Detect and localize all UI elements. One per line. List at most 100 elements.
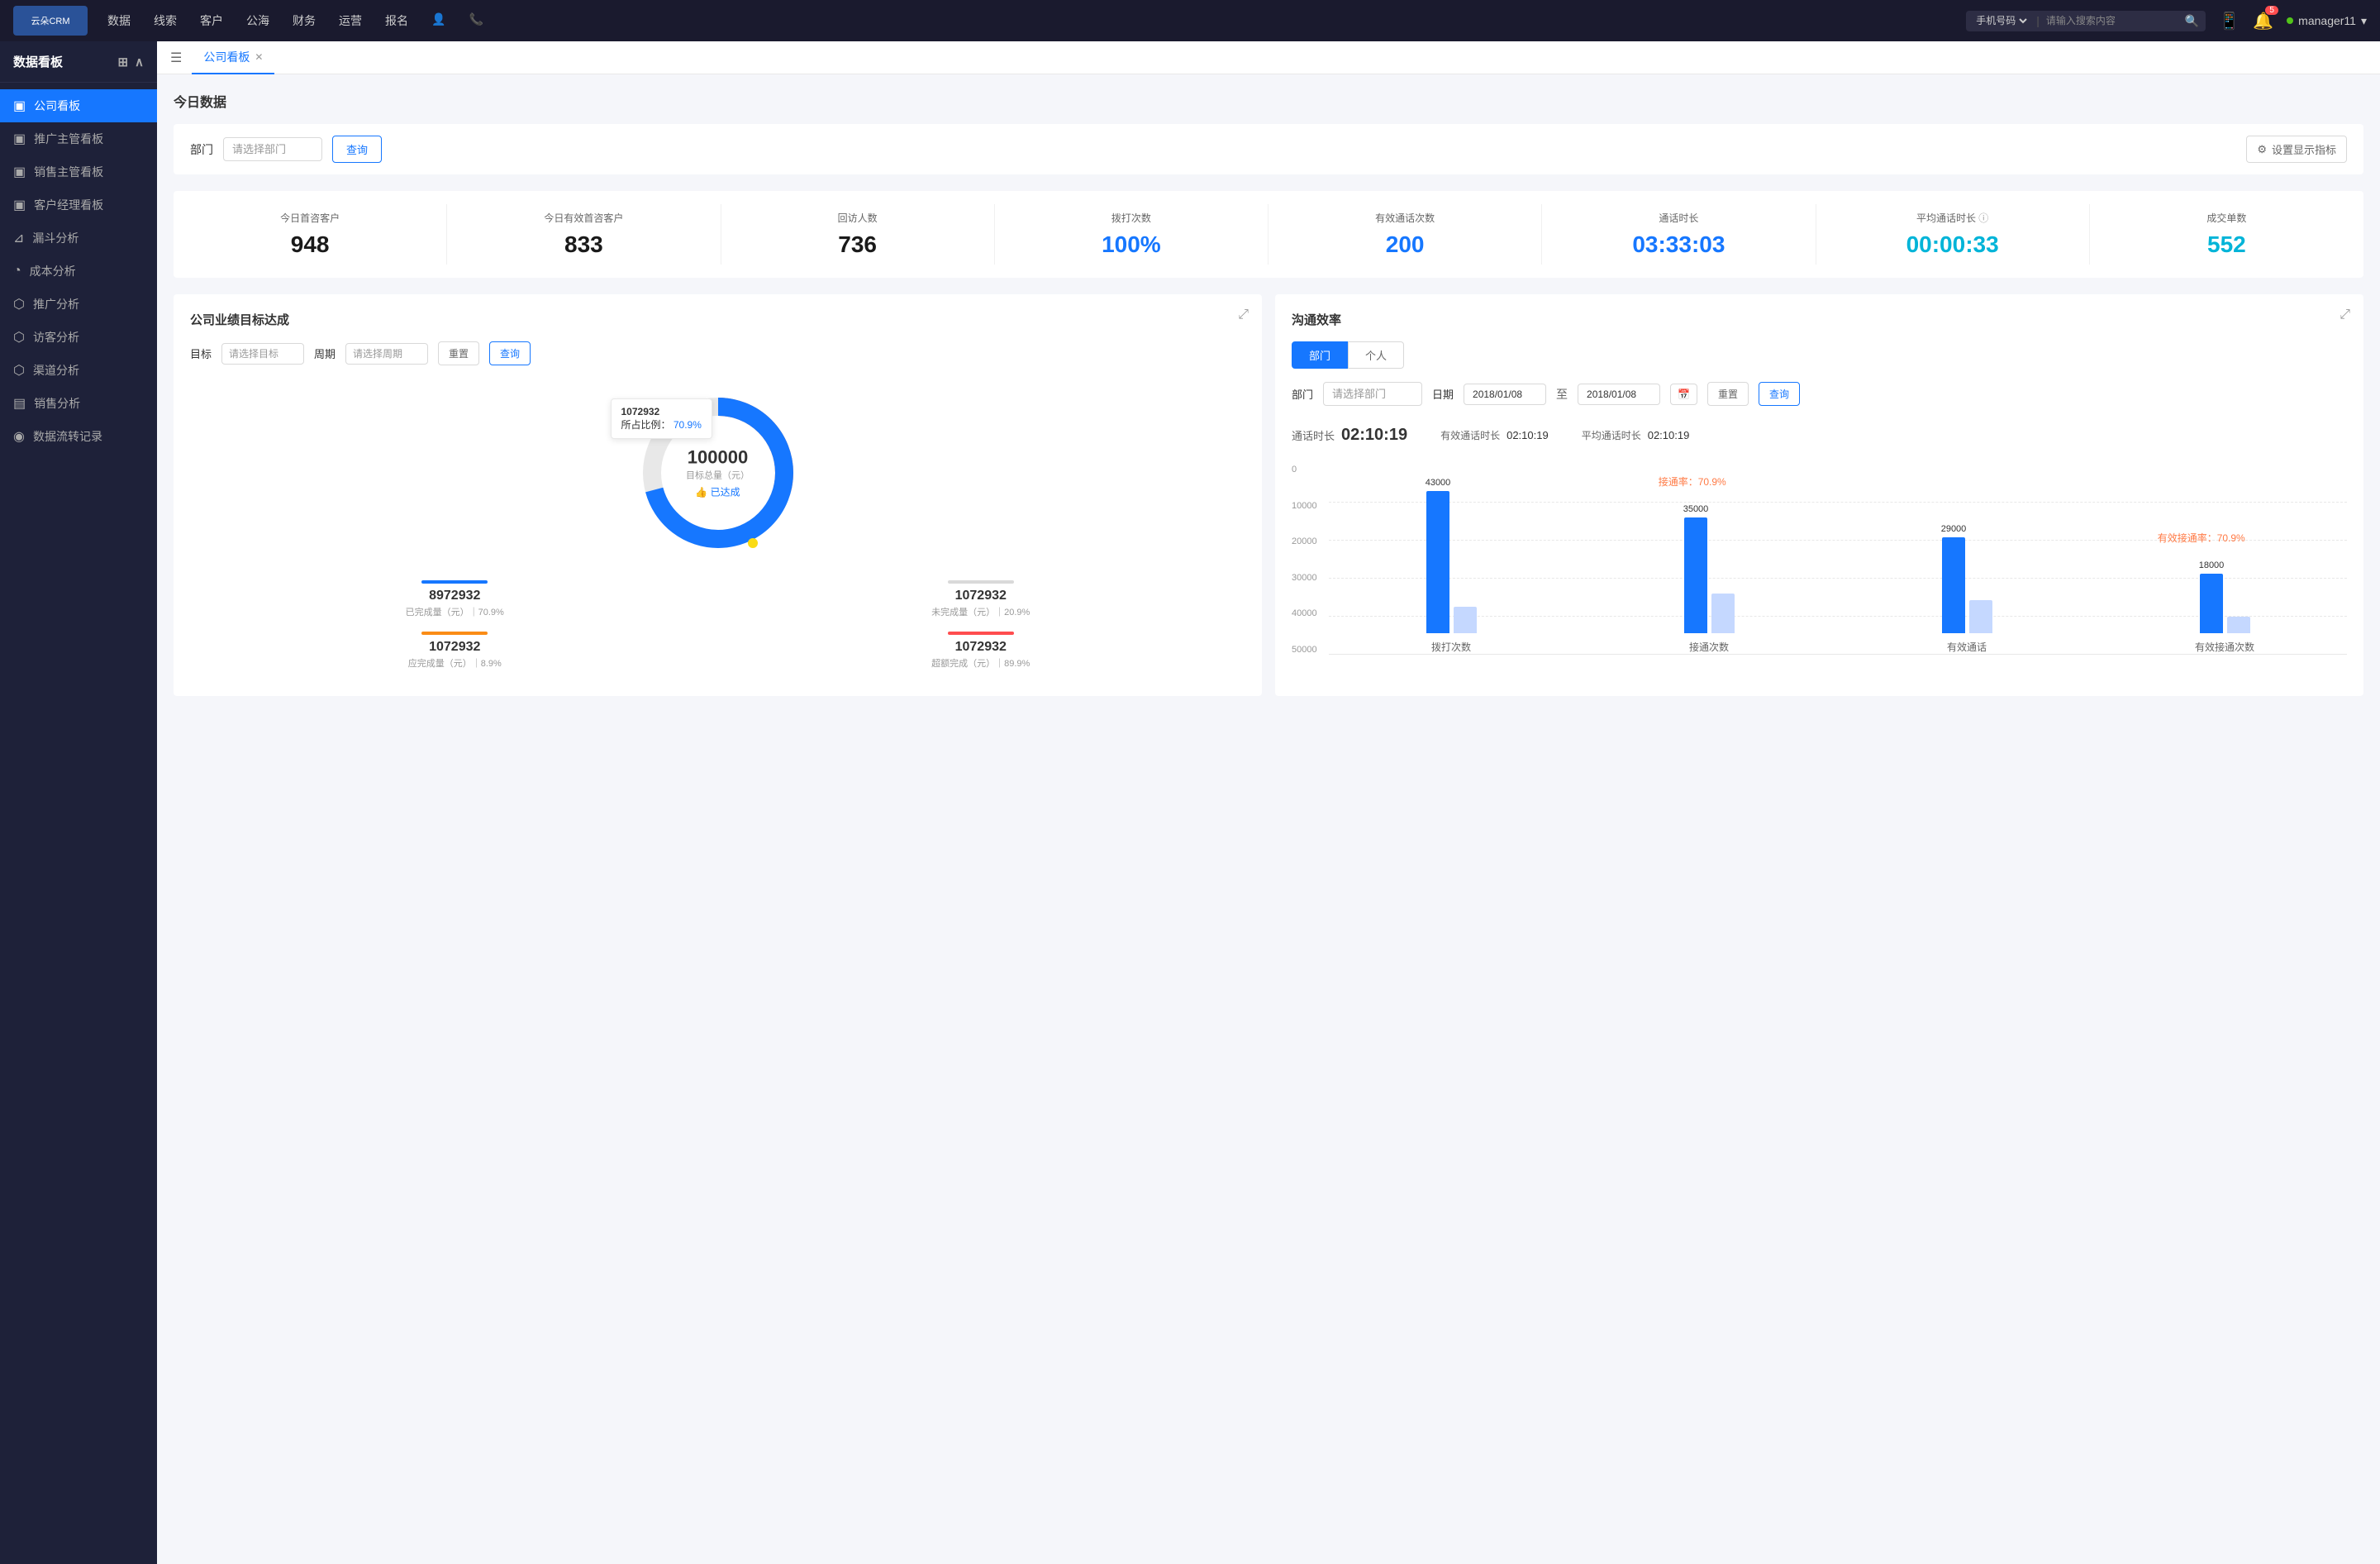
eff-connect-rate-annotation: 有效接通率：70.9% xyxy=(2158,531,2245,545)
sales-board-icon: ▣ xyxy=(13,164,26,180)
sidebar-expand-icon[interactable]: ⊞ xyxy=(117,55,128,69)
sidebar-item-visitor[interactable]: ⬡ 访客分析 xyxy=(0,321,157,354)
cost-icon: ◔ xyxy=(13,264,21,279)
sidebar-item-company[interactable]: ▣ 公司看板 xyxy=(0,89,157,122)
sidebar-item-sales-label: 销售主管看板 xyxy=(34,164,103,180)
nav-right: 手机号码 | 🔍 📱 🔔 5 manager11 ▾ xyxy=(1966,11,2367,31)
search-bar: 手机号码 | 🔍 xyxy=(1966,11,2206,31)
nav-data[interactable]: 数据 xyxy=(107,12,131,29)
promo-board-icon: ▣ xyxy=(13,131,26,147)
tooltip-ratio-label: 所占比例： xyxy=(621,419,671,431)
exceed-bar xyxy=(948,632,1014,635)
stat-dial: 拨打次数 100% xyxy=(995,204,1269,265)
main-layout: 数据看板 ⊞ ∧ ▣ 公司看板 ▣ 推广主管看板 ▣ 销售主管看板 ▣ 客户经理… xyxy=(0,41,2380,1564)
sidebar-item-cost-label: 成本分析 xyxy=(30,263,76,279)
sidebar-header-icons: ⊞ ∧ xyxy=(117,55,144,69)
efficiency-panel-expand-icon[interactable]: ⤢ xyxy=(2340,308,2350,322)
bar-x-label-effective: 有效通话 xyxy=(1947,640,1987,654)
sidebar-item-promo[interactable]: ▣ 推广主管看板 xyxy=(0,122,157,155)
dept-filter-select[interactable]: 请选择部门 xyxy=(223,137,322,161)
nav-public[interactable]: 公海 xyxy=(246,12,269,29)
bar-x-label-dial: 拨打次数 xyxy=(1431,640,1471,654)
connect-rate-annotation: 接通率：70.9% xyxy=(1659,474,1726,489)
stat-talk-duration: 通话时长 03:33:03 xyxy=(1542,204,1816,265)
eff-query-btn[interactable]: 查询 xyxy=(1759,382,1800,406)
tab-close-btn[interactable]: ✕ xyxy=(255,51,263,63)
stat-effective-calls-label: 有效通话次数 xyxy=(1278,211,1531,225)
online-indicator xyxy=(2287,17,2293,24)
eff-tab-person[interactable]: 个人 xyxy=(1348,341,1404,369)
stat-avg-talk: 平均通话时长 ⓘ 00:00:33 xyxy=(1816,204,2090,265)
user-info[interactable]: manager11 ▾ xyxy=(2287,14,2367,28)
completed-bar xyxy=(421,580,488,584)
nav-ops[interactable]: 运营 xyxy=(339,12,362,29)
search-type-select[interactable]: 手机号码 xyxy=(1973,14,2030,27)
company-board-icon: ▣ xyxy=(13,98,26,114)
stat-revisit: 回访人数 736 xyxy=(721,204,995,265)
stat-first-consult-value: 948 xyxy=(183,231,436,258)
today-query-btn[interactable]: 查询 xyxy=(332,136,382,163)
bar-effconnect-light xyxy=(2227,617,2250,633)
sidebar-item-sales2-label: 销售分析 xyxy=(34,395,80,412)
sidebar-item-customer-label: 客户经理看板 xyxy=(34,197,103,213)
stat-dial-value: 100% xyxy=(1005,231,1258,258)
eff-tab-dept[interactable]: 部门 xyxy=(1292,341,1348,369)
target-stat-uncompleted: 1072932 未完成量（元）｜20.9% xyxy=(725,580,1238,618)
uncompleted-bar xyxy=(948,580,1014,584)
bar-pair-eff-connect: 18000 xyxy=(2199,560,2251,633)
sidebar-item-funnel[interactable]: ⊿ 漏斗分析 xyxy=(0,222,157,255)
target-query-btn[interactable]: 查询 xyxy=(489,341,531,365)
sidebar-collapse-icon[interactable]: ∧ xyxy=(135,55,144,69)
stat-effective-consult-label: 今日有效首咨客户 xyxy=(457,211,710,225)
settings-display-btn[interactable]: ⚙ 设置显示指标 xyxy=(2246,136,2347,163)
target-reset-btn[interactable]: 重置 xyxy=(438,341,479,365)
target-stat-completed: 8972932 已完成量（元）｜70.9% xyxy=(198,580,712,618)
sidebar-item-cost[interactable]: ◔ 成本分析 xyxy=(0,255,157,288)
sidebar-item-promo2[interactable]: ⬡ 推广分析 xyxy=(0,288,157,321)
user-dropdown-icon[interactable]: ▾ xyxy=(2361,14,2367,28)
talk-time-value: 02:10:19 xyxy=(1341,426,1407,445)
eff-reset-btn[interactable]: 重置 xyxy=(1707,382,1749,406)
content-area: ☰ 公司看板 ✕ 今日数据 部门 请选择部门 查询 ⚙ xyxy=(157,41,2380,1564)
sidebar-item-flow[interactable]: ◉ 数据流转记录 xyxy=(0,420,157,453)
eff-date-to[interactable] xyxy=(1578,384,1660,405)
nav-leads[interactable]: 线索 xyxy=(154,12,177,29)
search-icon[interactable]: 🔍 xyxy=(2185,14,2199,28)
target-stats-grid: 8972932 已完成量（元）｜70.9% 1072932 未完成量（元）｜20… xyxy=(190,580,1245,670)
bar-label-connect-35000: 35000 xyxy=(1683,504,1709,514)
tablet-icon-btn[interactable]: 📱 xyxy=(2219,11,2240,31)
sidebar-item-funnel-label: 漏斗分析 xyxy=(32,230,79,246)
nav-person-icon[interactable]: 👤 xyxy=(431,12,445,29)
tab-company-board[interactable]: 公司看板 ✕ xyxy=(192,41,274,74)
nav-signup[interactable]: 报名 xyxy=(385,12,408,29)
target-goal-select[interactable]: 请选择目标 xyxy=(221,343,304,365)
eff-date-picker-btn[interactable]: 📅 xyxy=(1670,384,1697,405)
sidebar-item-channel[interactable]: ⬡ 渠道分析 xyxy=(0,354,157,387)
effective-talk-value: 02:10:19 xyxy=(1507,429,1549,441)
avg-talk-info-icon[interactable]: ⓘ xyxy=(1978,212,1988,224)
notification-btn[interactable]: 🔔 5 xyxy=(2253,11,2273,31)
bar-chart-area: 43000 拨打次数 xyxy=(1329,465,2347,655)
nav-customers[interactable]: 客户 xyxy=(200,12,223,29)
visitor-icon: ⬡ xyxy=(13,329,25,346)
y-axis-labels: 50000 40000 30000 20000 10000 0 xyxy=(1292,465,1325,655)
y-label-50000: 50000 xyxy=(1292,645,1325,655)
nav-finance[interactable]: 财务 xyxy=(293,12,316,29)
target-panel-expand-icon[interactable]: ⤢ xyxy=(1238,308,1249,322)
eff-dept-select[interactable]: 请选择部门 xyxy=(1323,382,1422,406)
bar-dial-main xyxy=(1426,491,1449,633)
eff-date-from[interactable] xyxy=(1464,384,1546,405)
search-input[interactable] xyxy=(2046,15,2178,26)
y-label-0: 0 xyxy=(1292,465,1325,474)
sidebar-item-sales2[interactable]: ▤ 销售分析 xyxy=(0,387,157,420)
talk-stats: 通话时长 02:10:19 有效通话时长 02:10:19 平均通话时长 02:… xyxy=(1292,419,2347,451)
sidebar-item-sales[interactable]: ▣ 销售主管看板 xyxy=(0,155,157,188)
nav-phone-icon[interactable]: 📞 xyxy=(469,12,483,29)
sidebar-item-channel-label: 渠道分析 xyxy=(33,362,79,379)
target-period-select[interactable]: 请选择周期 xyxy=(345,343,428,365)
bar-x-label-connect: 接通次数 xyxy=(1689,640,1729,654)
sidebar-item-promo-label: 推广主管看板 xyxy=(34,131,103,147)
stat-dial-label: 拨打次数 xyxy=(1005,211,1258,225)
tab-toggle-icon[interactable]: ☰ xyxy=(170,50,182,66)
sidebar-item-customer[interactable]: ▣ 客户经理看板 xyxy=(0,188,157,222)
